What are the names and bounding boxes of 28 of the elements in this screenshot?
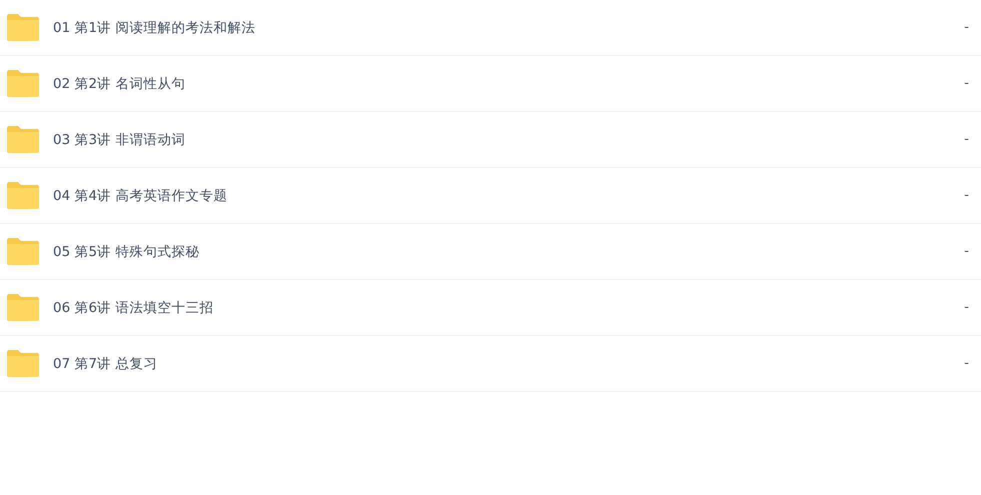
folder-icon: [6, 238, 39, 265]
file-size: -: [964, 76, 969, 91]
file-row[interactable]: 05 第5讲 特殊句式探秘 -: [0, 224, 981, 280]
folder-name: 05 第5讲 特殊句式探秘: [53, 242, 200, 260]
file-row[interactable]: 03 第3讲 非谓语动词 -: [0, 112, 981, 168]
folder-name: 07 第7讲 总复习: [53, 354, 158, 372]
file-size: -: [964, 188, 969, 203]
file-size: -: [964, 132, 969, 147]
folder-name: 06 第6讲 语法填空十三招: [53, 298, 214, 316]
folder-icon: [6, 70, 39, 97]
folder-name: 03 第3讲 非谓语动词: [53, 130, 186, 148]
file-size: -: [964, 244, 969, 259]
file-row[interactable]: 06 第6讲 语法填空十三招 -: [0, 280, 981, 336]
folder-icon: [6, 350, 39, 377]
folder-name: 01 第1讲 阅读理解的考法和解法: [53, 18, 256, 36]
file-row[interactable]: 02 第2讲 名词性从句 -: [0, 56, 981, 112]
folder-icon: [6, 14, 39, 41]
file-size: -: [964, 356, 969, 371]
file-row[interactable]: 01 第1讲 阅读理解的考法和解法 -: [0, 0, 981, 56]
file-row[interactable]: 04 第4讲 高考英语作文专题 -: [0, 168, 981, 224]
folder-icon: [6, 294, 39, 321]
folder-icon: [6, 126, 39, 153]
file-size: -: [964, 20, 969, 35]
folder-name: 02 第2讲 名词性从句: [53, 74, 186, 92]
file-size: -: [964, 300, 969, 315]
file-row[interactable]: 07 第7讲 总复习 -: [0, 336, 981, 392]
folder-name: 04 第4讲 高考英语作文专题: [53, 186, 228, 204]
folder-icon: [6, 182, 39, 209]
